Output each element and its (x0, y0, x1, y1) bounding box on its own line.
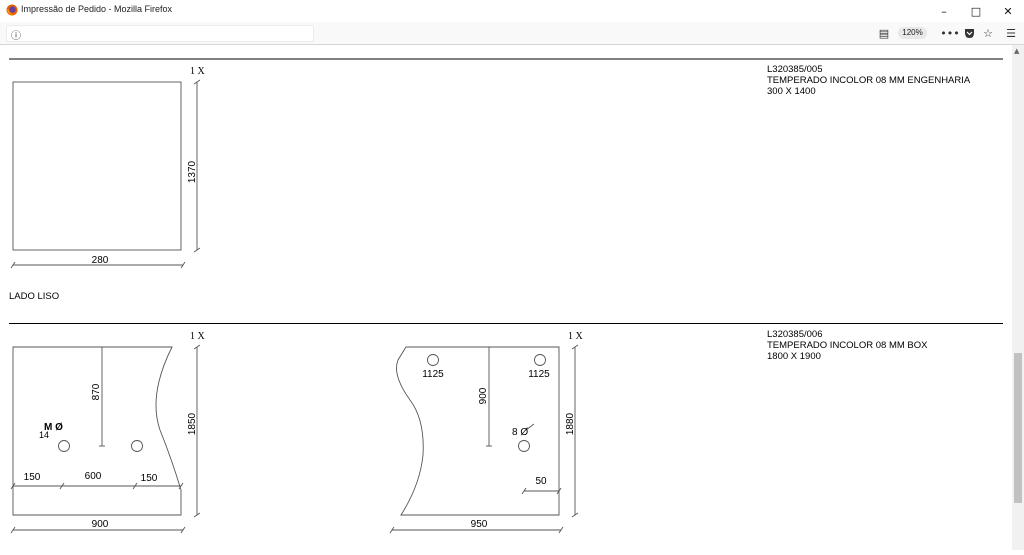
piece-2-left-seg-right-label: 150 (141, 473, 158, 484)
piece-2-left-width-label: 900 (92, 519, 109, 530)
piece-1-drawing (10, 79, 201, 269)
piece-2-left-hole-diameter-label: 14 (39, 430, 49, 440)
page-content: 1 X 1370 280 L320385/005 TEMPERADO INCOL… (0, 45, 1012, 550)
order-drawings: 1 X 1370 280 L320385/005 TEMPERADO INCOL… (9, 58, 1003, 534)
close-button[interactable]: ✕ (992, 0, 1024, 22)
piece-2-left-hole-height-label: 870 (91, 383, 102, 400)
piece-1-desc: TEMPERADO INCOLOR 08 MM ENGENHARIA (767, 75, 971, 86)
scroll-up-icon[interactable]: ▲ (1014, 47, 1019, 55)
piece-2-right-drawing (389, 344, 579, 534)
piece-1-size: 300 X 1400 (767, 86, 816, 97)
bookmark-star-icon[interactable]: ☆ (981, 25, 995, 41)
url-bar[interactable]: ⓘ (6, 25, 314, 42)
piece-2-right-hole-tl (427, 354, 439, 366)
zoom-indicator[interactable]: 120% (898, 27, 927, 39)
piece-2-left-hole-1 (58, 440, 70, 452)
menu-icon[interactable]: ☰ (1004, 25, 1018, 41)
piece-1-code: L320385/005 (767, 64, 822, 75)
window-titlebar: Impressão de Pedido - Mozilla Firefox – … (0, 0, 1024, 23)
piece-2-right-hole-tr (534, 354, 546, 366)
minimize-button[interactable]: – (928, 0, 960, 22)
piece-2-desc: TEMPERADO INCOLOR 08 MM BOX (767, 340, 928, 351)
reader-view-icon[interactable]: ▤ (877, 25, 891, 41)
piece-2-left-seg-mid-label: 600 (85, 471, 102, 482)
piece-2-right-height-label: 1880 (565, 412, 576, 435)
piece-2-right-qty: 1 X (568, 331, 584, 342)
maximize-icon: □ (970, 4, 982, 18)
piece-2-right-edge-offset-label: 50 (535, 476, 547, 487)
pocket-shape (964, 28, 974, 38)
piece-2-right-hole-main (518, 440, 530, 452)
navigation-toolbar: ⓘ ▤ ••• ☆ ☰ (0, 22, 1024, 45)
scrollbar-thumb[interactable] (1014, 353, 1022, 503)
piece-2-size: 1800 X 1900 (767, 351, 821, 362)
piece-2-left-hole-2 (131, 440, 143, 452)
piece-2-right-hole-diameter-label: 8 Ø (512, 427, 528, 438)
piece-2-left-qty: 1 X (190, 331, 206, 342)
vertical-scrollbar[interactable]: ▲ (1012, 45, 1024, 550)
piece-2-left-seg-left-label: 150 (24, 472, 41, 483)
piece-1-width-label: 280 (92, 255, 109, 266)
window-title: Impressão de Pedido - Mozilla Firefox (21, 4, 173, 14)
more-icon[interactable]: ••• (940, 25, 959, 41)
minimize-icon: – (941, 4, 947, 18)
piece-1-note: LADO LISO (9, 291, 59, 302)
piece-1-qty: 1 X (190, 66, 206, 77)
piece-2-code: L320385/006 (767, 329, 822, 340)
piece-1-panel (12, 81, 182, 251)
pocket-icon[interactable] (962, 25, 976, 41)
close-icon: ✕ (1003, 4, 1013, 18)
piece-2-right-hole-left-label: 1125 (422, 369, 444, 380)
piece-2-left-height-label: 1850 (187, 412, 198, 435)
piece-2-right-width-label: 950 (471, 519, 488, 530)
info-icon[interactable]: ⓘ (11, 27, 21, 42)
firefox-logo-icon (6, 4, 18, 16)
piece-2-right-hole-right-label: 1125 (528, 369, 550, 380)
maximize-button[interactable]: □ (960, 0, 992, 22)
piece-1-height-label: 1370 (187, 160, 198, 183)
piece-2-right-hole-height-label: 900 (478, 387, 489, 404)
